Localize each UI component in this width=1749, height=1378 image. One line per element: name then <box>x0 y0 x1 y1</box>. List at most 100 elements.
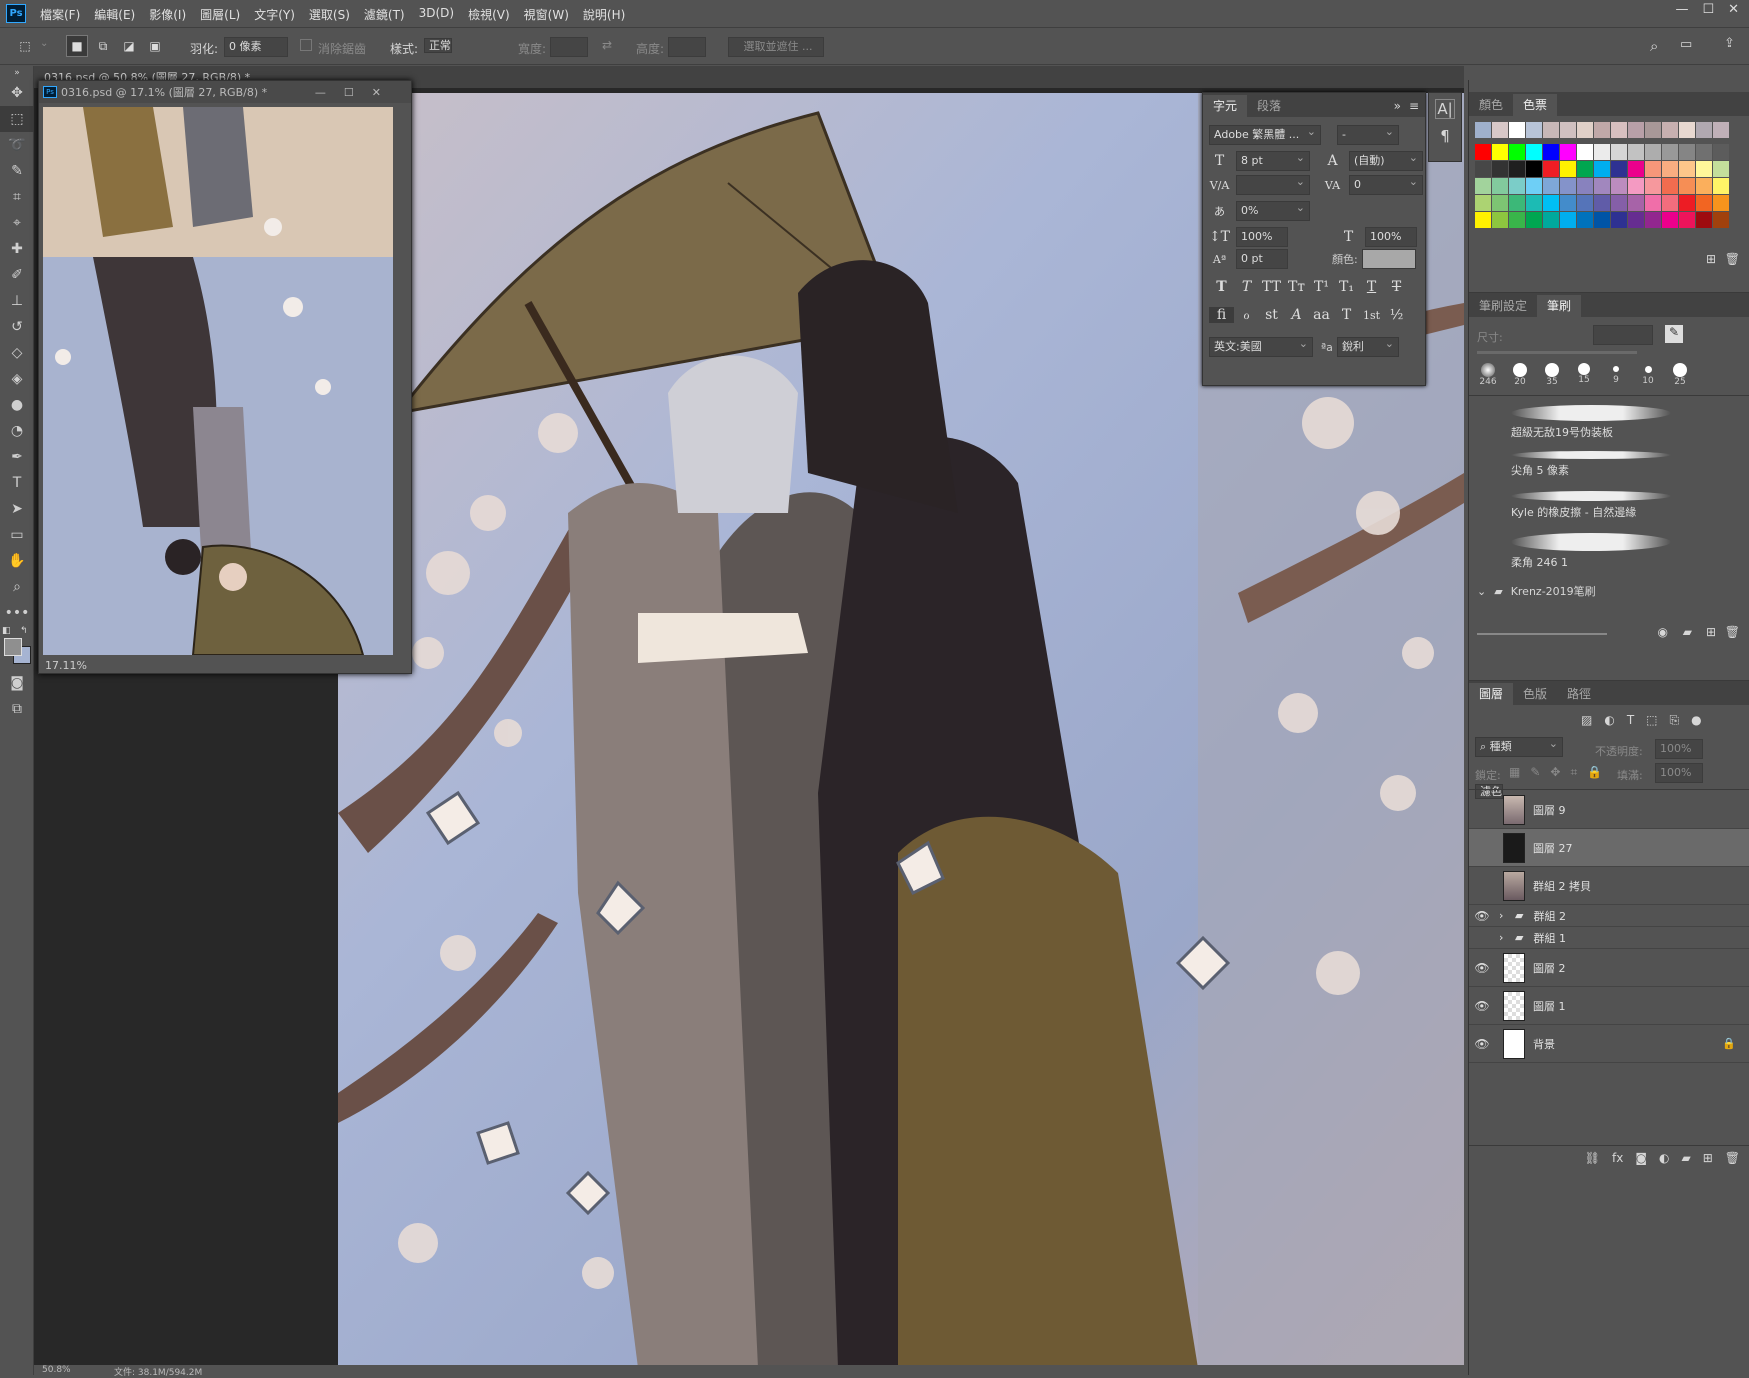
swap-colors-icon[interactable]: ↰ <box>20 626 28 636</box>
menu-edit[interactable]: 編輯(E) <box>94 6 135 23</box>
swatch[interactable] <box>1662 161 1678 177</box>
superscript-button[interactable]: T¹ <box>1309 279 1334 295</box>
swatch[interactable] <box>1645 195 1661 211</box>
eye-icon[interactable]: 👁 <box>1469 961 1495 975</box>
all-caps-button[interactable]: TT <box>1259 279 1284 295</box>
menu-filter[interactable]: 濾鏡(T) <box>364 6 405 23</box>
fill-input[interactable]: 100% <box>1655 763 1703 783</box>
recent-swatch[interactable] <box>1713 122 1729 138</box>
horizontal-scale-input[interactable]: 100% <box>1365 227 1417 247</box>
delete-layer-icon[interactable]: 🗑 <box>1725 1151 1740 1165</box>
foreground-color[interactable] <box>4 638 22 656</box>
photoshop-logo-icon[interactable]: Ps <box>6 4 26 23</box>
feather-input[interactable]: 0 像素 <box>224 37 288 57</box>
pen-tool-icon[interactable]: ✒ <box>0 444 34 470</box>
swatch[interactable] <box>1560 212 1576 228</box>
eraser-tool-icon[interactable]: ◇ <box>0 340 34 366</box>
recent-swatch[interactable] <box>1679 122 1695 138</box>
underline-button[interactable]: T <box>1359 279 1384 295</box>
swatch[interactable] <box>1662 144 1678 160</box>
toggle-preview-icon[interactable]: ◉ <box>1658 625 1668 639</box>
swatch[interactable] <box>1679 178 1695 194</box>
marquee-preset-icon[interactable]: ⬚ <box>14 35 36 57</box>
menu-layer[interactable]: 圖層(L) <box>200 6 240 23</box>
new-group-icon[interactable]: ▰ <box>1683 625 1692 639</box>
tab-layers[interactable]: 圖層 <box>1469 683 1514 705</box>
brush-preset-item[interactable]: Kyle 的橡皮擦 - 自然邊緣 <box>1511 491 1671 520</box>
quick-mask-icon[interactable]: ◙ <box>0 670 34 696</box>
brush-tip[interactable]: 25 <box>1665 363 1695 387</box>
swatch[interactable] <box>1696 195 1712 211</box>
minimize-icon[interactable]: — <box>1675 2 1688 17</box>
leading-select[interactable]: (自動) <box>1349 149 1423 171</box>
tab-swatches[interactable]: 色票 <box>1513 94 1558 116</box>
swatch[interactable] <box>1543 144 1559 160</box>
zoom-readout[interactable]: 50.8% <box>42 1365 71 1375</box>
chevron-down-icon[interactable]: ⌄ <box>40 38 48 49</box>
kerning-select[interactable] <box>1236 173 1310 195</box>
move-tool-icon[interactable]: ✥ <box>0 80 34 106</box>
swatch[interactable] <box>1543 212 1559 228</box>
swatch[interactable] <box>1577 161 1593 177</box>
new-selection-icon[interactable]: ■ <box>66 35 88 57</box>
swatch[interactable] <box>1662 178 1678 194</box>
vertical-scale-input[interactable]: 100% <box>1236 227 1288 247</box>
tab-color[interactable]: 顏色 <box>1469 94 1513 116</box>
swatch[interactable] <box>1526 144 1542 160</box>
brush-tip[interactable]: 35 <box>1537 363 1567 387</box>
swatch[interactable] <box>1611 144 1627 160</box>
swatch[interactable] <box>1475 195 1491 211</box>
titling-alternates-button[interactable]: aa <box>1309 307 1334 323</box>
shape-filter-icon[interactable]: ⬚ <box>1646 713 1657 728</box>
default-colors-icon[interactable]: ◧ <box>2 626 11 636</box>
more-tools-icon[interactable]: ••• <box>0 600 34 626</box>
paragraph-panel-icon[interactable]: ¶ <box>1429 127 1461 145</box>
brush-size-slider[interactable] <box>1477 351 1637 354</box>
faux-italic-button[interactable]: T <box>1234 279 1259 295</box>
share-icon[interactable]: ⇪ <box>1724 36 1735 51</box>
new-swatch-icon[interactable]: ⊞ <box>1706 252 1716 266</box>
panel-menu-icon[interactable]: ≡ <box>1409 99 1419 113</box>
swatch[interactable] <box>1713 195 1729 211</box>
font-family-select[interactable]: Adobe 繁黑體 ... <box>1209 123 1321 145</box>
paint-bucket-icon[interactable]: ◈ <box>0 366 34 392</box>
brush-preset-item[interactable]: 尖角 5 像素 <box>1511 451 1671 478</box>
swatch[interactable] <box>1645 161 1661 177</box>
swatch[interactable] <box>1577 144 1593 160</box>
layer-row[interactable]: 👁 背景 🔒 <box>1469 1025 1749 1063</box>
tab-character[interactable]: 字元 <box>1203 95 1248 117</box>
close-icon[interactable]: ✕ <box>1728 2 1739 17</box>
recent-swatch[interactable] <box>1611 122 1627 138</box>
pixel-filter-icon[interactable]: ▨ <box>1581 713 1592 728</box>
tracking-select[interactable]: 0 <box>1349 173 1423 195</box>
antialias-checkbox[interactable] <box>300 39 312 51</box>
brush-tip[interactable]: 246 <box>1473 363 1503 387</box>
brush-tip[interactable]: 9 <box>1601 363 1631 387</box>
swatch[interactable] <box>1628 161 1644 177</box>
swatch[interactable] <box>1679 144 1695 160</box>
subscript-button[interactable]: T₁ <box>1334 279 1359 295</box>
menu-image[interactable]: 影像(I) <box>149 6 186 23</box>
filter-toggle-icon[interactable]: ● <box>1691 713 1701 728</box>
swatch[interactable] <box>1696 178 1712 194</box>
swatch[interactable] <box>1509 178 1525 194</box>
swatch[interactable] <box>1713 178 1729 194</box>
faux-bold-button[interactable]: T <box>1209 279 1234 295</box>
style-select[interactable]: 正常 <box>424 38 452 53</box>
brush-preview-size-slider[interactable] <box>1477 633 1607 635</box>
recent-swatch[interactable] <box>1492 122 1508 138</box>
lock-artboard-icon[interactable]: ⌗ <box>1570 765 1577 780</box>
recent-swatch[interactable] <box>1475 122 1491 138</box>
crop-tool-icon[interactable]: ⌗ <box>0 184 34 210</box>
brush-group-row[interactable]: ⌄ ▰ Krenz-2019笔刷 <box>1477 583 1596 599</box>
eye-icon[interactable]: 👁 <box>1469 909 1495 923</box>
swatch[interactable] <box>1594 195 1610 211</box>
brush-tip[interactable]: 20 <box>1505 363 1535 387</box>
swatch[interactable] <box>1543 178 1559 194</box>
swatch[interactable] <box>1492 144 1508 160</box>
history-brush-icon[interactable]: ↺ <box>0 314 34 340</box>
font-style-select[interactable]: - <box>1337 123 1399 145</box>
swatch[interactable] <box>1611 161 1627 177</box>
swatch[interactable] <box>1526 178 1542 194</box>
search-icon[interactable]: ⌕ <box>1650 37 1658 55</box>
